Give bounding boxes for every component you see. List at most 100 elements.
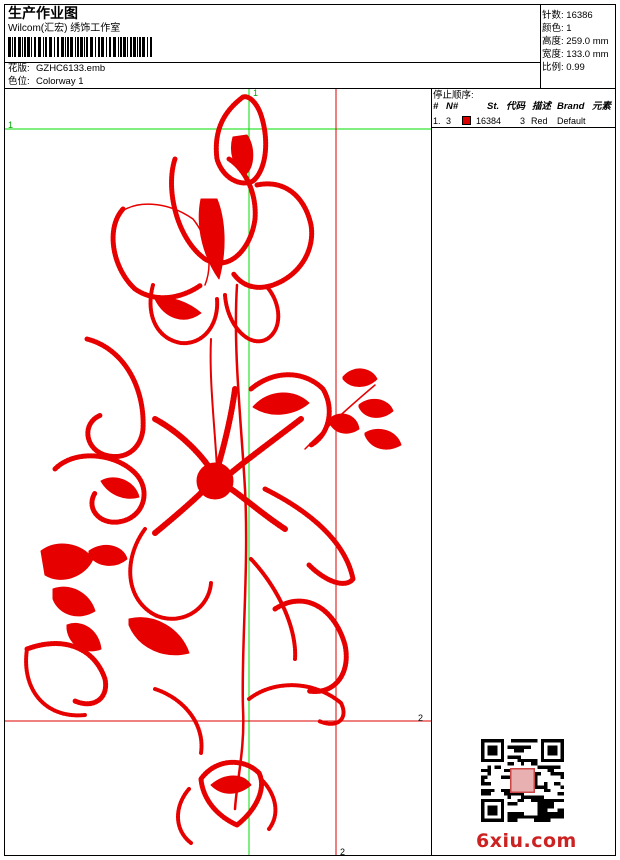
qr-module: [557, 812, 561, 816]
qr-module: [481, 775, 485, 779]
qr-module: [537, 808, 541, 813]
qr-module: [507, 812, 511, 816]
leaf: [328, 413, 360, 434]
qr-module: [550, 798, 555, 803]
qr-module: [527, 739, 531, 743]
qr-module: [481, 788, 485, 793]
qr-module: [530, 798, 535, 803]
embroidery-design-canvas: [5, 89, 431, 855]
qr-module: [557, 808, 561, 813]
qr-module: [524, 739, 528, 743]
barcode-bar: [57, 37, 59, 57]
colorway-name: Colorway 1: [36, 76, 84, 87]
qr-module: [537, 798, 541, 803]
qr-module: [554, 772, 558, 776]
barcode: [8, 37, 152, 57]
qr-module: [537, 785, 541, 789]
qr-module: [487, 765, 491, 769]
qr-module: [507, 818, 511, 822]
qr-module: [520, 798, 525, 803]
qr-finder-pattern: [547, 745, 558, 756]
barcode-bar: [106, 37, 107, 57]
qr-module: [487, 782, 491, 786]
barcode-bar: [90, 37, 93, 57]
barcode-bar: [22, 37, 23, 57]
qr-module: [507, 802, 511, 806]
stat-height: 高度: 259.0 mm: [542, 33, 609, 47]
qr-module: [497, 765, 501, 769]
qr-module: [537, 812, 541, 816]
qr-module: [537, 795, 541, 799]
qr-module: [510, 802, 515, 806]
barcode-bar: [77, 37, 79, 57]
barcode-bar: [14, 37, 16, 57]
qr-module: [550, 805, 555, 809]
qr-module: [517, 812, 521, 816]
ribbon-swirl: [128, 527, 213, 621]
leaf: [88, 544, 128, 566]
qr-module: [544, 808, 548, 813]
qr-module: [547, 802, 551, 806]
ribbon-fill: [252, 392, 310, 415]
page-title: 生产作业图: [8, 5, 78, 21]
barcode-bar: [43, 37, 44, 57]
qr-module: [527, 815, 531, 819]
upper-flower-petal: [230, 181, 315, 290]
qr-module: [517, 798, 521, 803]
qr-module: [540, 818, 545, 822]
qr-module: [520, 812, 525, 816]
row-stitches: 16384: [476, 116, 502, 126]
barcode-bar: [27, 37, 30, 57]
qr-module: [514, 802, 518, 806]
barcode-bar: [34, 37, 36, 57]
col-header-element: 元素: [592, 101, 612, 112]
qr-module: [557, 798, 561, 803]
leaf: [40, 543, 94, 580]
qr-logo-stamp: [510, 768, 535, 793]
barcode-bar: [8, 37, 11, 57]
row-index: 1.: [433, 116, 441, 126]
col-header-description: 描述: [532, 101, 552, 112]
barcode-bar: [70, 37, 73, 57]
stat-scale: 比例: 0.99: [542, 59, 585, 73]
embroidery-motif: [24, 94, 402, 845]
qr-module: [504, 768, 508, 773]
qr-module: [557, 772, 561, 776]
qr-module: [544, 785, 548, 789]
barcode-bar: [61, 37, 64, 57]
qr-module: [500, 788, 505, 793]
barcode-bar: [12, 37, 13, 57]
qr-module: [557, 782, 561, 786]
qr-module: [544, 798, 548, 803]
qr-module: [517, 748, 521, 753]
qr-module: [520, 758, 525, 763]
row-code: 3: [520, 116, 526, 126]
barcode-bar: [142, 37, 145, 57]
qr-module: [534, 798, 538, 803]
qr-finder-pattern: [487, 745, 498, 756]
qr-module: [520, 762, 525, 766]
qr-module: [560, 772, 564, 776]
ribbon-swirl: [262, 486, 356, 586]
qr-module: [560, 785, 564, 789]
qr-module: [504, 792, 508, 796]
qr-module: [540, 795, 545, 799]
qr-module: [540, 805, 545, 809]
qr-module: [514, 745, 518, 749]
barcode-bar: [54, 37, 55, 57]
qr-module: [550, 812, 555, 816]
qr-module: [544, 782, 548, 786]
qr-module: [534, 818, 538, 822]
qr-module: [550, 802, 555, 806]
qr-module: [537, 815, 541, 819]
qr-module: [527, 758, 531, 763]
qr-module: [520, 815, 525, 819]
qr-module: [514, 748, 518, 753]
upper-flower-petal: [110, 206, 204, 301]
qr-module: [490, 788, 495, 793]
daisy-petal: [152, 416, 212, 470]
qr-module: [514, 739, 518, 743]
row-brand: Default: [557, 116, 586, 126]
barcode-bar: [95, 37, 96, 57]
qr-module: [517, 758, 521, 763]
